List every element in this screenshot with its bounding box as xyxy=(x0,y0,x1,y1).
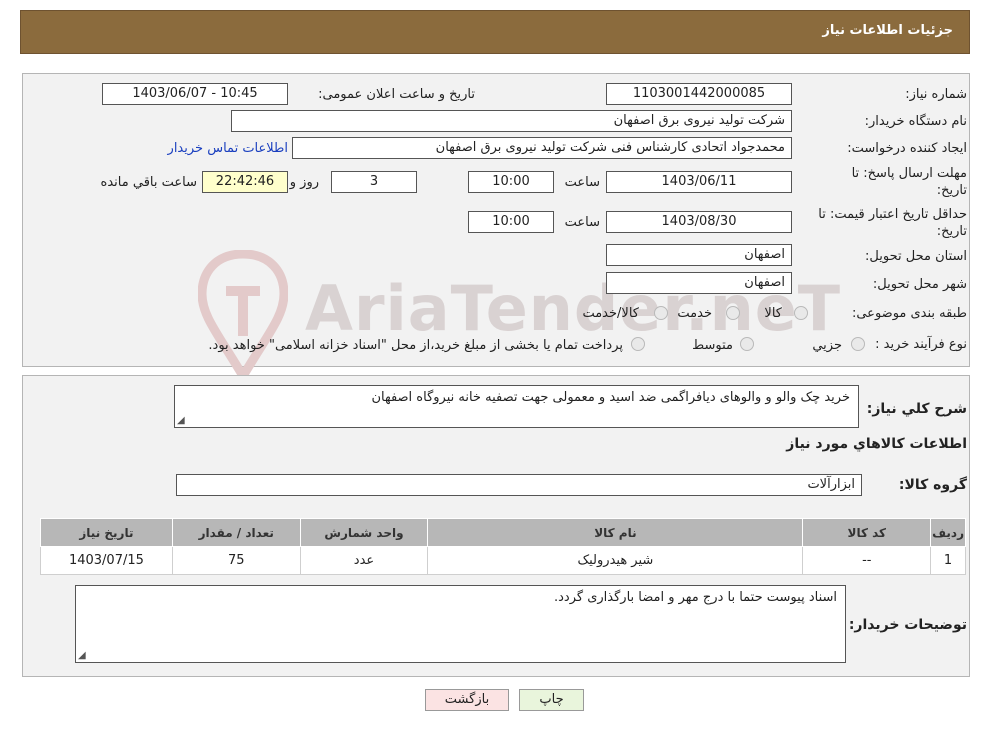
creator-field: محمدجواد اتحادی کارشناس فنی شرکت تولید ن… xyxy=(292,137,792,159)
remaining-days-field: 3 xyxy=(331,171,417,193)
page-title: جزئیات اطلاعات نیاز xyxy=(822,23,953,38)
treasury-payment-checkbox[interactable] xyxy=(631,337,645,351)
city-field: اصفهان xyxy=(606,272,792,294)
need-number-field: 1103001442000085 xyxy=(606,83,792,105)
page-header: جزئیات اطلاعات نیاز xyxy=(20,10,970,54)
cell-unit: عدد xyxy=(299,546,429,575)
buyer-notes-textarea[interactable]: اسناد پیوست حتما با درج مهر و امضا بارگذ… xyxy=(75,585,846,663)
process-minor-radio[interactable] xyxy=(851,337,865,351)
validity-date-field: 1403/08/30 xyxy=(606,211,792,233)
price-validity-label-2: تاریخ: xyxy=(936,224,967,239)
price-validity-label: حداقل تاریخ اعتبار قیمت: تا xyxy=(818,207,967,222)
reply-time-label: ساعت xyxy=(564,175,600,190)
col-row: ردیف xyxy=(930,518,966,547)
cell-qty: 75 xyxy=(171,546,301,575)
col-code: کد کالا xyxy=(802,518,932,547)
province-field: اصفهان xyxy=(606,244,792,266)
reply-time-field: 10:00 xyxy=(468,171,554,193)
col-qty: تعداد / مقدار xyxy=(171,518,301,547)
announce-field: 1403/06/07 - 10:45 xyxy=(102,83,288,105)
cell-date: 1403/07/15 xyxy=(40,546,173,575)
buyer-contact-link[interactable]: اطلاعات تماس خریدار xyxy=(168,141,288,156)
province-label: استان محل تحویل: xyxy=(865,249,967,264)
goods-group-label: گروه کالا: xyxy=(898,477,967,493)
reply-deadline-label-2: تاریخ: xyxy=(936,183,967,198)
category-label: طبقه بندی موضوعی: xyxy=(851,306,967,321)
table-row: 1 -- شیر هیدرولیک عدد 75 1403/07/15 xyxy=(40,546,966,575)
resize-grip-icon[interactable]: ◢ xyxy=(78,651,86,661)
description-label: شرح کلي نیاز: xyxy=(866,401,967,417)
creator-label: ایجاد کننده درخواست: xyxy=(847,141,967,156)
watermark-logo xyxy=(197,249,289,385)
category-goods-label: کالا xyxy=(764,306,782,321)
buyer-org-field: شرکت تولید نیروی برق اصفهان xyxy=(231,110,792,132)
validity-time-field: 10:00 xyxy=(468,211,554,233)
back-button[interactable]: بازگشت xyxy=(425,689,509,711)
reply-date-field: 1403/06/11 xyxy=(606,171,792,193)
category-goods-service-label: کالا/خدمت xyxy=(582,306,639,321)
remaining-time-field: 22:42:46 xyxy=(202,171,288,193)
buyer-notes-label: توضیحات خریدار: xyxy=(848,617,967,633)
process-type-label: نوع فرآیند خرید : xyxy=(875,337,967,352)
print-button[interactable]: چاپ xyxy=(519,689,584,711)
days-label: روز و xyxy=(289,175,319,190)
buyer-org-label: نام دستگاه خریدار: xyxy=(864,114,967,129)
process-minor-label: جزیي xyxy=(812,338,842,353)
category-goods-radio[interactable] xyxy=(794,306,808,320)
description-textarea[interactable]: خرید چک والو و والوهای دیافراگمی ضد اسید… xyxy=(174,385,859,428)
cell-code: -- xyxy=(802,546,932,575)
items-section-title: اطلاعات کالاهاي مورد نیاز xyxy=(786,436,967,452)
col-name: نام کالا xyxy=(427,518,804,547)
items-table-wrapper: ردیف کد کالا نام کالا واحد شمارش تعداد /… xyxy=(40,518,966,575)
resize-grip-icon[interactable]: ◢ xyxy=(177,416,185,426)
description-text: خرید چک والو و والوهای دیافراگمی ضد اسید… xyxy=(371,390,850,405)
category-goods-service-radio[interactable] xyxy=(654,306,668,320)
category-service-label: خدمت xyxy=(677,306,712,321)
validity-time-label: ساعت xyxy=(564,215,600,230)
reply-deadline-label: مهلت ارسال پاسخ: تا xyxy=(851,166,967,181)
col-unit: واحد شمارش xyxy=(299,518,429,547)
goods-group-field: ابزارآلات xyxy=(176,474,862,496)
city-label: شهر محل تحویل: xyxy=(872,277,967,292)
category-service-radio[interactable] xyxy=(726,306,740,320)
treasury-payment-note: پرداخت تمام یا بخشی از مبلغ خرید،از محل … xyxy=(208,338,623,353)
remaining-label: ساعت باقي مانده xyxy=(100,175,197,190)
process-medium-radio[interactable] xyxy=(740,337,754,351)
cell-row: 1 xyxy=(930,546,966,575)
announce-label: تاریخ و ساعت اعلان عمومی: xyxy=(318,87,475,102)
col-date: تاریخ نیاز xyxy=(40,518,173,547)
cell-name: شیر هیدرولیک xyxy=(427,546,804,575)
buyer-notes-text: اسناد پیوست حتما با درج مهر و امضا بارگذ… xyxy=(554,590,837,605)
need-number-label: شماره نیاز: xyxy=(905,87,967,102)
process-medium-label: متوسط xyxy=(692,338,733,353)
items-table: ردیف کد کالا نام کالا واحد شمارش تعداد /… xyxy=(40,518,966,575)
